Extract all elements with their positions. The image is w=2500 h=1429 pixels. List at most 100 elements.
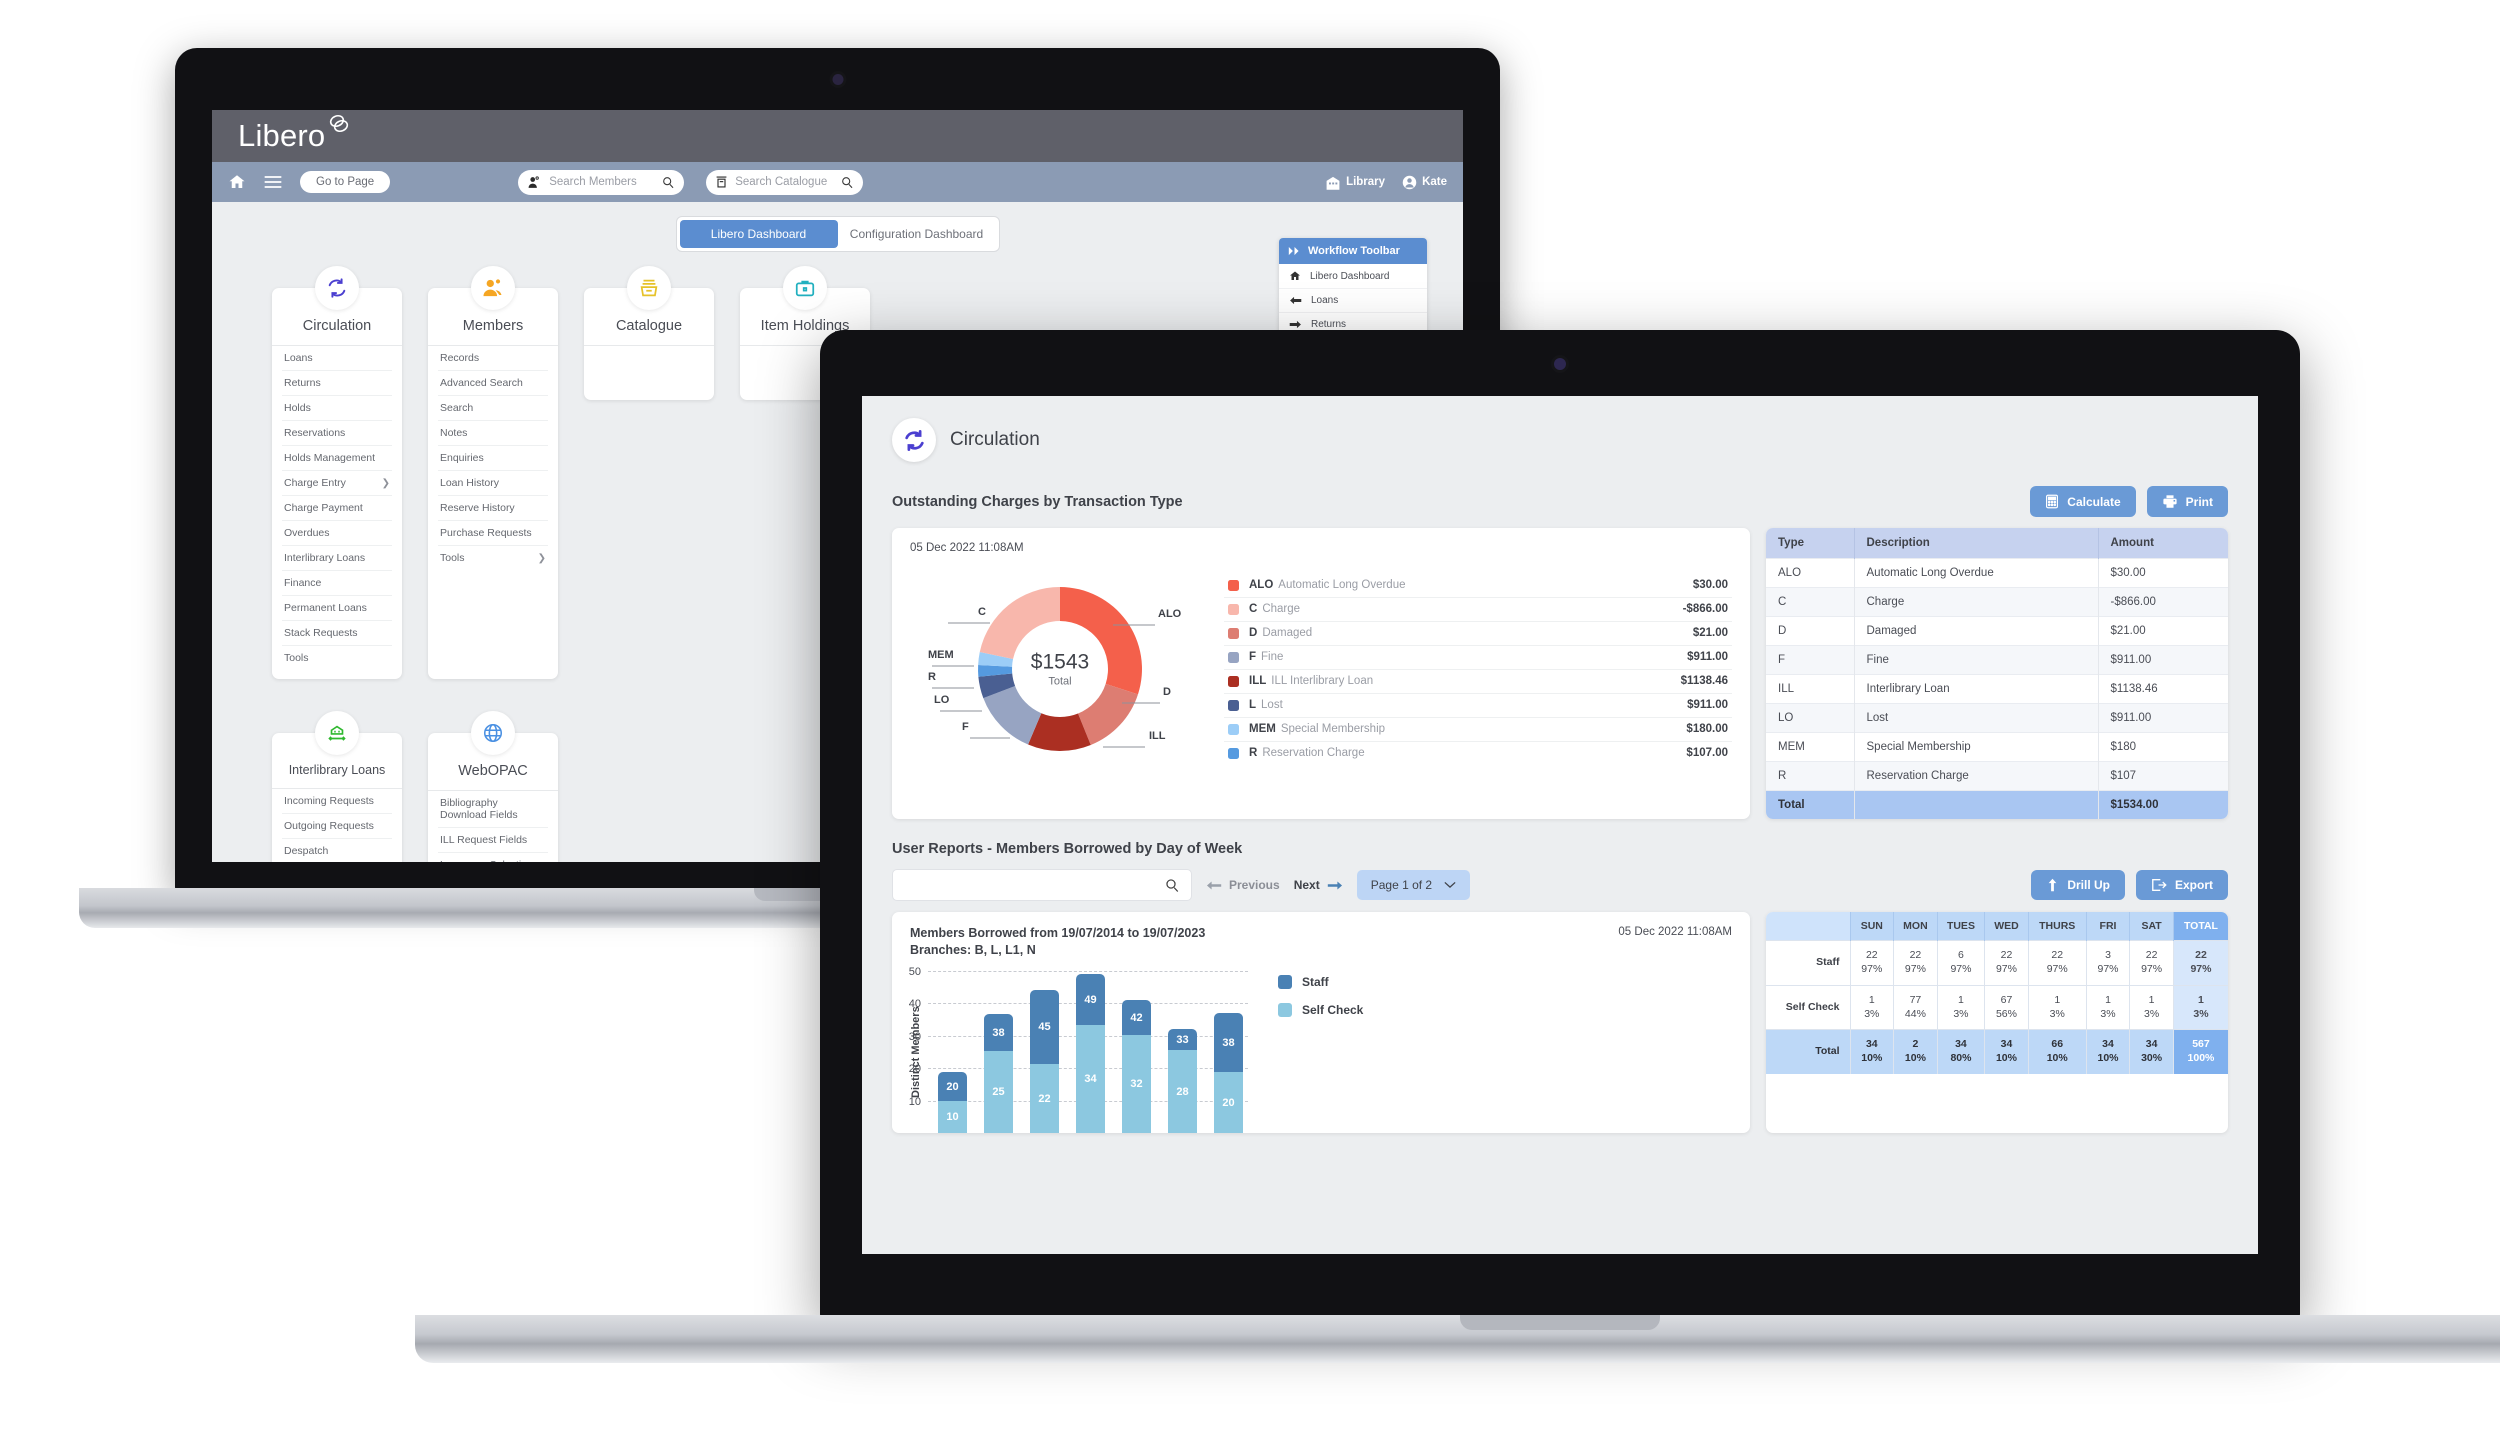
card-item[interactable]: Holds — [282, 396, 392, 421]
next-page-button[interactable]: Next — [1294, 878, 1343, 892]
table-row[interactable]: LO Lost $911.00 — [1766, 703, 2228, 733]
card-item[interactable]: Tools ❯ — [438, 546, 548, 570]
table-row[interactable]: F Fine $911.00 — [1766, 645, 2228, 675]
bar-tues[interactable]: 45 22 — [1030, 990, 1059, 1133]
card-item[interactable]: Purchase Requests — [438, 521, 548, 546]
go-to-page-button[interactable]: Go to Page — [300, 171, 391, 193]
card-item[interactable]: Reservations — [282, 421, 392, 446]
user-menu[interactable]: Kate — [1402, 175, 1447, 190]
card-item-label: Search — [440, 402, 474, 414]
card-item[interactable]: Permanent Loans — [282, 596, 392, 621]
card-item[interactable]: Charge Entry ❯ — [282, 471, 392, 496]
card-item[interactable]: Finance — [282, 571, 392, 596]
cell-type: D — [1766, 616, 1855, 646]
print-button[interactable]: Print — [2146, 486, 2228, 517]
bar-segment-staff: 45 — [1030, 990, 1059, 1064]
bar-segment-self-check: 34 — [1076, 1025, 1105, 1133]
calculate-button[interactable]: Calculate — [2030, 486, 2136, 517]
legend-code: MEM — [1249, 723, 1276, 735]
hamburger-icon[interactable] — [260, 169, 286, 195]
table-row[interactable]: ALO Automatic Long Overdue $30.00 — [1766, 558, 2228, 588]
card-item[interactable]: Reserve History — [438, 496, 548, 521]
card-item[interactable]: Stack Requests — [282, 621, 392, 646]
card-members[interactable]: Members Records Advanced Search Search N… — [428, 266, 558, 679]
export-button[interactable]: Export — [2135, 870, 2228, 900]
card-item-label: Advanced Search — [440, 377, 523, 389]
card-item[interactable]: Charge Payment — [282, 496, 392, 521]
card-item[interactable]: Language Selections — [438, 853, 548, 862]
table-row[interactable]: ILL Interlibrary Loan $1138.46 — [1766, 674, 2228, 704]
card-item[interactable]: Notes — [438, 421, 548, 446]
card-item[interactable]: Records — [438, 346, 548, 371]
card-item[interactable]: Outgoing Requests — [282, 814, 392, 839]
card-webopac[interactable]: WebOPAC Bibliography Download Fields ILL… — [428, 711, 558, 862]
legend-swatch — [1228, 651, 1239, 663]
card-item[interactable]: Overdues — [282, 521, 392, 546]
card-item-label: Loans — [284, 352, 313, 364]
card-item[interactable]: ILL Request Fields — [438, 828, 548, 853]
cell: 22 97% — [2129, 940, 2174, 986]
arrow-right-icon — [1327, 881, 1342, 889]
cell-percent: 3% — [2100, 1007, 2116, 1020]
search-catalogue-input[interactable]: Search Catalogue — [706, 169, 864, 195]
bar-sun[interactable]: 20 10 — [938, 1072, 967, 1133]
workflow-toolbar-header[interactable]: Workflow Toolbar — [1279, 238, 1427, 264]
card-item[interactable]: Holds Management — [282, 446, 392, 471]
total-spacer — [1854, 790, 2099, 819]
legend-row-mem: MEM Special Membership $180.00 — [1224, 718, 1732, 742]
cell: 34 10% — [1984, 1029, 2029, 1075]
tab-configuration-dashboard[interactable]: Configuration Dashboard — [838, 220, 996, 248]
search-members-input[interactable]: Search Members — [518, 169, 685, 195]
card-item[interactable]: Advanced Search — [438, 371, 548, 396]
card-item[interactable]: Loan History — [438, 471, 548, 496]
card-item[interactable]: Tools — [282, 646, 392, 670]
chart-bars: 20 10 38 25 45 22 49 34 42 32 33 28 38 2… — [938, 971, 1248, 1133]
home-icon[interactable] — [224, 169, 250, 195]
legend-amount: $911.00 — [1687, 699, 1728, 711]
table-row[interactable]: R Reservation Charge $107 — [1766, 761, 2228, 791]
library-menu[interactable]: Library — [1325, 175, 1385, 190]
card-item-label: Reserve History — [440, 502, 515, 514]
cell-count: 1 — [2148, 993, 2155, 1006]
cell: 1 3% — [2129, 984, 2174, 1030]
page-selector[interactable]: Page 1 of 2 — [1356, 870, 1471, 900]
bar-fri[interactable]: 33 28 — [1168, 1029, 1197, 1133]
legend-amount: $1138.46 — [1680, 675, 1728, 687]
cell-amount: $107 — [2098, 761, 2228, 791]
table-row[interactable]: C Charge -$866.00 — [1766, 587, 2228, 617]
arrow-right-icon — [1289, 320, 1301, 329]
card-catalogue[interactable]: Catalogue — [584, 266, 714, 400]
card-item[interactable]: Loans — [282, 346, 392, 371]
library-building-icon — [1326, 176, 1340, 190]
legend-code: F — [1249, 651, 1257, 663]
drill-up-button[interactable]: Drill Up — [2031, 870, 2125, 900]
tab-libero-dashboard[interactable]: Libero Dashboard — [679, 220, 838, 248]
reports-search-input[interactable] — [892, 869, 1192, 901]
table-row[interactable]: MEM Special Membership $180 — [1766, 732, 2228, 762]
table-row-total: Total 34 10% 2 10% 34 80% 34 10% 66 10% 34 10%… — [1766, 1029, 2228, 1075]
bar-thurs[interactable]: 42 32 — [1122, 1000, 1151, 1133]
workflow-item-loans[interactable]: Loans — [1279, 289, 1427, 313]
card-item[interactable]: Enquiries — [438, 446, 548, 471]
item-holdings-briefcase-icon — [783, 266, 827, 310]
card-interlibrary-loans[interactable]: Interlibrary Loans Incoming Requests Out… — [272, 711, 402, 862]
cell: 34 10% — [1850, 1029, 1895, 1075]
card-item[interactable]: Returns — [282, 371, 392, 396]
cell-description: Fine — [1854, 645, 2099, 675]
bar-sat[interactable]: 38 20 — [1214, 1013, 1243, 1133]
card-circulation[interactable]: Circulation Loans Returns Holds Reservat… — [272, 266, 402, 679]
card-item-label: Reservations — [284, 427, 346, 439]
calculate-label: Calculate — [2067, 494, 2121, 509]
previous-page-button[interactable]: Previous — [1206, 878, 1280, 892]
card-item[interactable]: Interlibrary Loans — [282, 546, 392, 571]
bar-wed[interactable]: 49 34 — [1076, 974, 1105, 1133]
bar-mon[interactable]: 38 25 — [984, 1014, 1013, 1133]
card-item[interactable]: Despatch — [282, 839, 392, 862]
table-row[interactable]: D Damaged $21.00 — [1766, 616, 2228, 646]
front-laptop-trackpad-notch — [1460, 1315, 1660, 1330]
card-item[interactable]: Bibliography Download Fields — [438, 791, 548, 828]
card-item[interactable]: Search — [438, 396, 548, 421]
workflow-item-libero-dashboard[interactable]: Libero Dashboard — [1279, 264, 1427, 289]
card-item-label: Tools — [440, 552, 465, 564]
card-item[interactable]: Incoming Requests — [282, 789, 392, 814]
